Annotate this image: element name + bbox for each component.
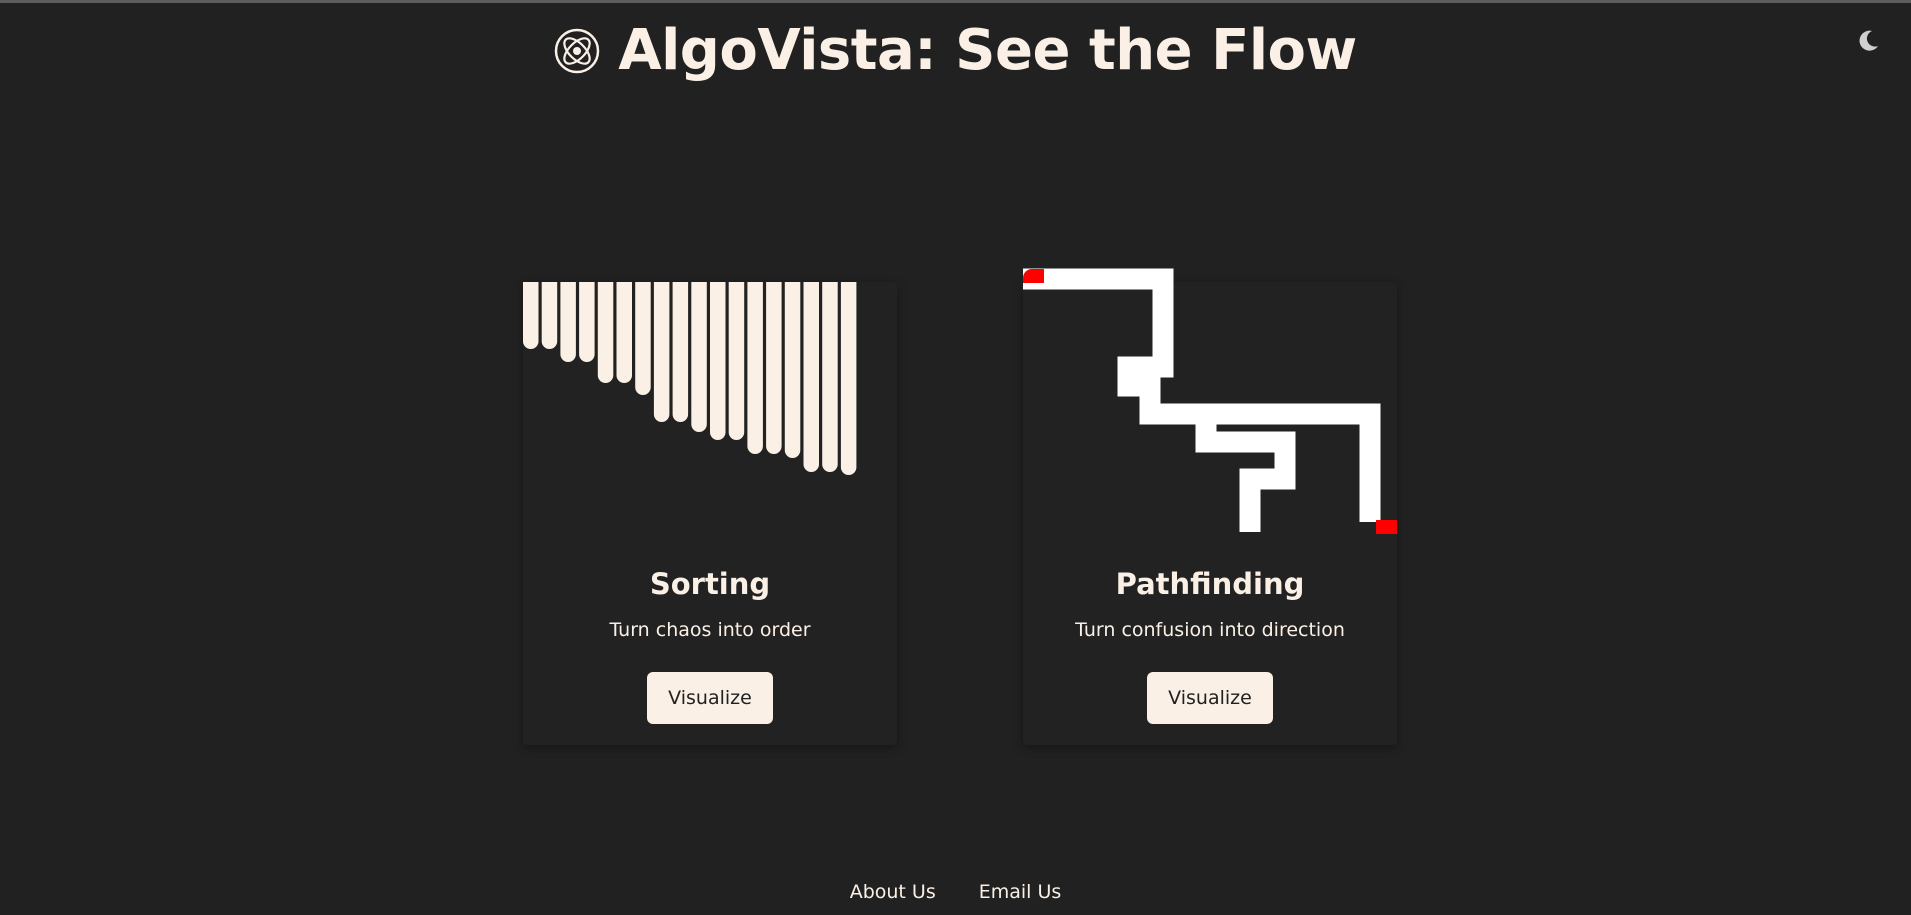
sort-bar [653, 282, 670, 422]
sort-bar [784, 282, 801, 458]
sort-bar [635, 282, 651, 395]
window-top-border [0, 0, 1911, 3]
sort-bar [747, 282, 763, 454]
sorting-card-title: Sorting [649, 567, 771, 601]
page-footer: About Us Email Us [0, 877, 1911, 907]
sort-bar [560, 282, 576, 362]
sort-bar [672, 282, 689, 422]
page-header: AlgoVista: See the Flow [0, 18, 1911, 84]
maze-path-branch [1195, 414, 1296, 532]
maze-path-icon [1023, 268, 1397, 534]
pathfinding-card-description: Turn confusion into direction [1075, 619, 1345, 641]
sort-bar [822, 282, 838, 472]
sort-bar [523, 282, 539, 349]
sort-bar [579, 282, 595, 362]
maze-path [1023, 268, 1381, 522]
sorting-visualize-button[interactable]: Visualize [647, 672, 773, 724]
sort-bar [766, 282, 782, 454]
pathfinding-visualize-button[interactable]: Visualize [1147, 672, 1273, 724]
sort-bar [616, 282, 632, 383]
sort-bar [541, 282, 558, 349]
sort-bar [691, 282, 707, 432]
sort-bar [597, 282, 614, 383]
pathfinding-card: Pathfinding Turn confusion into directio… [1023, 268, 1397, 745]
page-title: AlgoVista: See the Flow [618, 18, 1357, 83]
sort-bar [803, 282, 819, 472]
sort-bar [728, 282, 745, 440]
sort-bar [840, 282, 857, 475]
pathfinding-card-title: Pathfinding [1115, 567, 1305, 601]
theme-toggle-button[interactable] [1855, 28, 1881, 54]
about-us-link[interactable]: About Us [850, 877, 936, 907]
email-us-link[interactable]: Email Us [979, 877, 1062, 907]
path-end-node [1376, 520, 1397, 534]
atom-swirl-logo-icon [555, 28, 600, 74]
sorting-card: Sorting Turn chaos into order Visualize [523, 282, 897, 745]
sort-bar [710, 282, 726, 440]
sorting-card-description: Turn chaos into order [609, 619, 811, 641]
moon-icon [1859, 30, 1878, 51]
sorted-bars-icon [523, 282, 857, 475]
